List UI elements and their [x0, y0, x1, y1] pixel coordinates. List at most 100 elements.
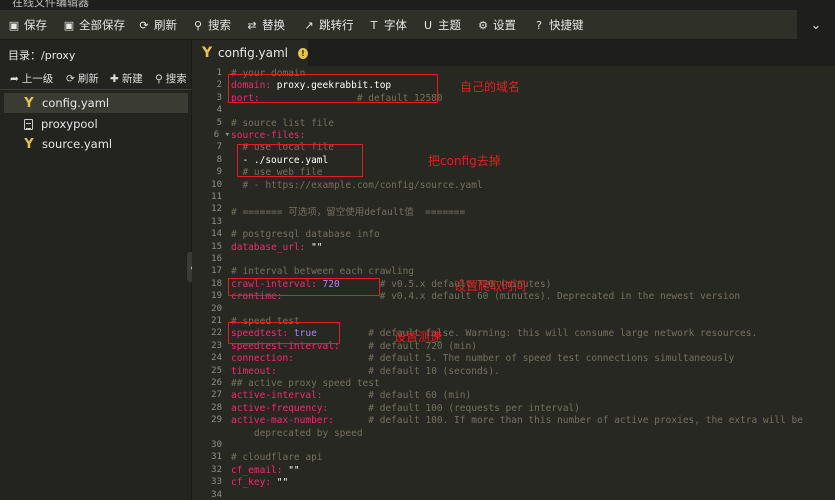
save-all-button[interactable]: ▣ 全部保存 [63, 16, 125, 34]
code-token: "" [305, 241, 323, 253]
yaml-file-icon: Y [24, 136, 34, 152]
line-number: 22 [211, 328, 222, 339]
highlight-box-source-file [237, 144, 363, 177]
code-line: database_url: "" [231, 242, 323, 253]
goto-line-button[interactable]: ↗ 跳转行 [303, 16, 353, 34]
file-item-proxypool[interactable]: proxypool [4, 114, 188, 134]
directory-path: 目录：/proxy [8, 49, 76, 62]
code-token: "" [271, 477, 289, 489]
code-token: # default 100 (requests per interval) [328, 402, 580, 414]
code-line: cf_key: "" [231, 477, 288, 488]
search-icon: ⚲ [155, 72, 163, 85]
code-line: timeout: # default 10 (seconds). [231, 366, 500, 377]
highlight-box-domain [228, 74, 438, 103]
code-token: "" [282, 464, 300, 476]
line-number: 34 [211, 489, 222, 500]
tab-bar: Y config.yaml ! [192, 40, 835, 66]
code-line: # cloudflare api [231, 452, 323, 463]
up-arrow-icon: ➦ [10, 72, 19, 85]
collapse-toolbar-button[interactable]: ⌄ [797, 10, 835, 40]
line-number: 7 [216, 142, 222, 153]
code-line: # source list file [231, 118, 334, 129]
code-line: active-frequency: # default 100 (request… [231, 403, 580, 414]
file-item-config-yaml[interactable]: Yconfig.yaml [4, 93, 188, 113]
code-line: connection: # default 5. The number of s… [231, 353, 734, 364]
sidebar-toolbar: ➦ 上一级 ⟳ 刷新 ✚ 新建 ⚲ 搜索 [0, 68, 192, 90]
code-line: # - https://example.com/config/source.ya… [231, 179, 483, 191]
line-number: 19 [211, 291, 222, 302]
font-icon: T [370, 18, 378, 32]
code-token: # cloudflare api [231, 452, 323, 464]
goto-line-icon: ↗ [304, 18, 314, 32]
search-button[interactable]: ⚲ 搜索 [192, 16, 231, 34]
code-line: # postgresql database info [231, 229, 380, 240]
chevron-down-icon: ⌄ [810, 17, 822, 33]
yaml-file-icon: Y [202, 45, 213, 61]
refresh-icon: ⟳ [66, 72, 75, 85]
code-token: # interval between each crawling [231, 266, 415, 278]
line-number: 2 [216, 80, 222, 91]
shortcuts-button[interactable]: ? 快捷键 [533, 16, 583, 34]
code-token: deprecated by speed [231, 427, 363, 439]
line-number: 16 [211, 254, 222, 264]
help-icon: ? [536, 18, 542, 32]
refresh-icon: ⟳ [139, 18, 149, 32]
annotation-source-file: 把config去掉 [428, 154, 501, 168]
line-number: 28 [211, 402, 222, 413]
code-token: # - https://example.com/config/source.ya… [231, 179, 483, 191]
line-number: 1 [216, 68, 222, 78]
settings-button[interactable]: ⚙ 设置 [477, 16, 516, 34]
annotation-speedtest: 设置测速 [394, 330, 443, 344]
code-token: source-files: [231, 130, 306, 141]
line-number: 29 [211, 415, 222, 426]
plus-icon: ✚ [110, 72, 119, 85]
yaml-file-icon: Y [24, 95, 34, 111]
line-number: 27 [211, 390, 222, 401]
line-number: 10 [211, 179, 222, 190]
refresh-button[interactable]: ⟳ 刷新 [138, 16, 177, 34]
code-line: deprecated by speed [231, 428, 363, 439]
line-number: 3 [216, 92, 222, 103]
tab-config-yaml[interactable]: Y config.yaml ! [192, 40, 308, 66]
line-number: 26 [211, 378, 222, 388]
font-button[interactable]: T 字体 [368, 16, 407, 34]
code-token: # default 5. The number of speed test co… [293, 353, 735, 365]
code-token: database_url: [231, 241, 306, 253]
line-number: 8 [216, 154, 222, 165]
code-token: # ======= 可选项，留空使用default值 ======= [231, 207, 466, 219]
code-token: # default 100. If more than this number … [333, 415, 803, 427]
window-title: 在线文件编辑器 [12, 0, 89, 9]
line-number: 25 [211, 365, 222, 376]
line-number: 32 [211, 464, 222, 475]
line-number: 21 [211, 316, 222, 326]
line-number: 18 [211, 278, 222, 289]
line-number: 20 [211, 303, 222, 314]
code-token: # default 10 (seconds). [276, 365, 500, 377]
save-all-icon: ▣ [63, 18, 75, 32]
highlight-box-crawl-interval [228, 278, 380, 296]
sidebar-refresh-button[interactable]: ⟳ 刷新 [66, 71, 99, 86]
gear-icon: ⚙ [478, 18, 488, 32]
line-number: 23 [211, 340, 222, 351]
document-icon [24, 118, 33, 130]
save-button[interactable]: ▣ 保存 [8, 16, 47, 34]
code-line: ## active proxy speed test [231, 378, 380, 389]
theme-icon: U [423, 18, 433, 32]
theme-button[interactable]: U 主题 [422, 16, 461, 34]
line-number: 11 [211, 192, 222, 202]
file-item-source-yaml[interactable]: Ysource.yaml [4, 134, 188, 154]
sidebar-search-button[interactable]: ⚲ 搜索 [155, 71, 187, 86]
line-number: 31 [211, 452, 222, 463]
line-number: 15 [211, 241, 222, 252]
annotation-domain: 自己的域名 [460, 80, 521, 94]
new-file-button[interactable]: ✚ 新建 [110, 71, 143, 86]
code-editor[interactable]: 123456 ▾ 7 8 9 10 11 12 13 14 15 16 17 18 19 20 21 22 23 2… [192, 66, 835, 500]
replace-button[interactable]: ⇄ 替换 [246, 16, 285, 34]
highlight-box-speedtest [228, 322, 340, 344]
code-token: timeout: [231, 365, 277, 377]
line-number-gutter: 123456 ▾ 7 8 9 10 11 12 13 14 15 16 17 18 19 20 21 22 23 2… [192, 66, 230, 500]
line-number: 24 [211, 353, 222, 364]
parent-dir-button[interactable]: ➦ 上一级 [10, 71, 53, 86]
code-line: source-files: [231, 130, 305, 141]
line-number: 30 [211, 440, 222, 450]
